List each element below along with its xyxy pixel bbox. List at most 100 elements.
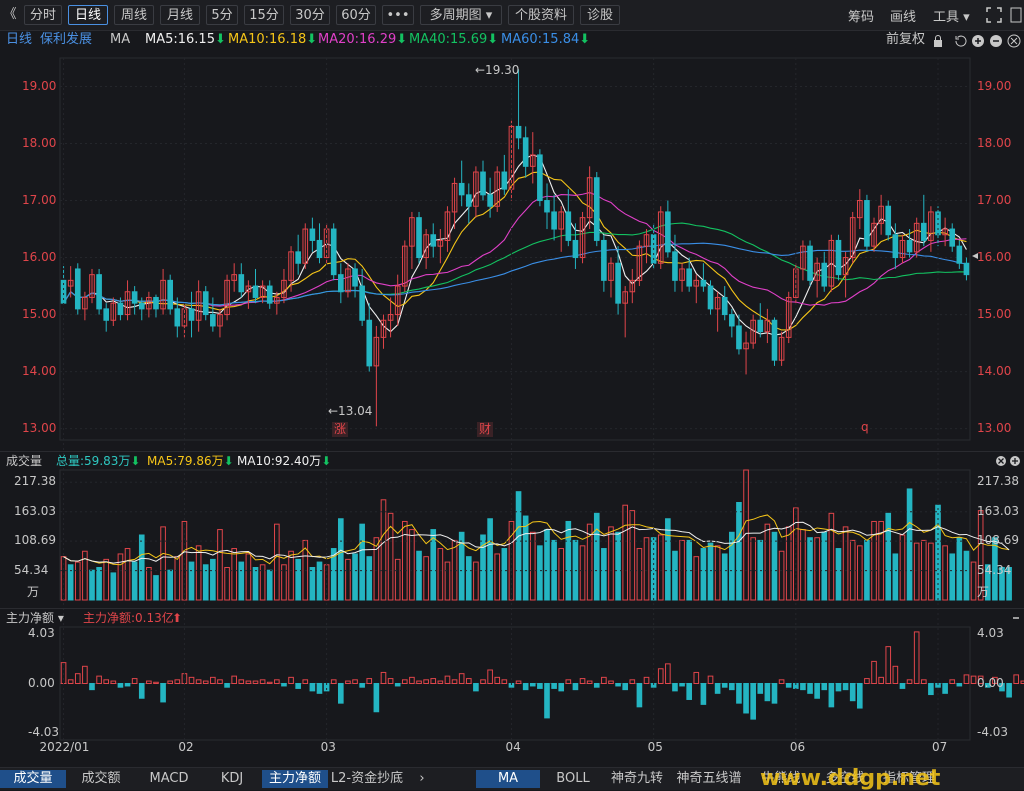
volume-bar — [657, 534, 664, 601]
flow-bar — [885, 646, 892, 684]
volume-bar — [565, 520, 572, 601]
flow-bar — [778, 679, 785, 685]
volume-legend-item-2: MA10:92.40万⬇ — [237, 454, 332, 468]
collapse-icon[interactable] — [1010, 612, 1022, 624]
more-tabs-arrow[interactable]: › — [412, 770, 432, 788]
candle-body — [515, 125, 522, 139]
volume-bar — [593, 512, 600, 601]
volume-bar — [153, 575, 159, 601]
overlay-tab-0[interactable]: MA — [476, 770, 540, 788]
flow-tick-left: -4.03 — [28, 724, 60, 739]
volume-bar — [764, 523, 771, 601]
overlay-tab-1[interactable]: BOLL — [542, 770, 604, 788]
flow-bar — [835, 683, 842, 692]
flow-bar — [522, 683, 529, 691]
flow-bar — [231, 675, 237, 684]
flow-bar — [501, 679, 508, 685]
candle-body — [330, 228, 337, 276]
price-tick-right: 17.00 — [977, 192, 1012, 207]
candle-body — [103, 308, 110, 321]
flow-bar — [465, 678, 472, 685]
indicator-tab-0[interactable]: 成交量 — [0, 770, 66, 788]
candle-body — [487, 194, 493, 207]
flow-bar — [174, 679, 181, 685]
high-price-label: ←19.30 — [475, 63, 520, 77]
flow-bar — [274, 679, 280, 685]
flow-bar — [572, 683, 579, 691]
volume-bar — [245, 553, 252, 601]
indicator-tab-4[interactable]: 主力净额 — [262, 770, 328, 788]
candle-body — [465, 194, 472, 207]
candle-body — [174, 308, 181, 327]
volume-bar — [601, 548, 607, 601]
volume-bar — [316, 561, 323, 601]
volume-bar — [430, 529, 437, 601]
event-marker-up[interactable]: 涨 — [332, 422, 349, 437]
flow-bar — [259, 679, 266, 685]
volume-bar — [785, 526, 792, 601]
flow-bar — [146, 680, 152, 684]
flow-bar — [871, 660, 877, 684]
candle-body — [480, 171, 486, 196]
volume-bar — [373, 537, 380, 601]
overlay-tab-3[interactable]: 神奇五线谱 — [670, 770, 748, 788]
flow-bar — [480, 679, 486, 685]
volume-bar — [842, 526, 849, 601]
volume-title[interactable]: 成交量 — [6, 452, 42, 470]
price-tick-left: 17.00 — [22, 192, 57, 207]
x-axis-label: 06 — [789, 740, 806, 754]
volume-legend-item-1: MA5:79.86万⬇ — [147, 454, 234, 468]
volume-bar — [210, 558, 216, 601]
watermark: www.ddgp.net — [760, 766, 941, 791]
volume-bar — [544, 529, 550, 601]
volume-tick-right: 54.34 — [977, 562, 1012, 577]
volume-bar — [579, 545, 586, 601]
low-price-label: ←13.04 — [328, 404, 373, 418]
volume-bar — [558, 548, 565, 601]
kline-chart[interactable] — [0, 0, 1024, 767]
volume-bar — [963, 550, 970, 601]
flow-value: 主力净额:0.13亿 — [83, 611, 174, 625]
event-marker-q[interactable]: q — [861, 420, 869, 434]
flow-bar — [743, 683, 749, 714]
flow-bar — [864, 678, 870, 685]
candle-body — [885, 205, 892, 236]
flow-bar — [160, 683, 166, 703]
x-axis-label: 03 — [320, 740, 336, 754]
overlay-tab-2[interactable]: 神奇九转 — [606, 770, 668, 788]
candle-body — [771, 319, 778, 361]
flow-bar — [345, 680, 351, 684]
candle-body — [963, 262, 970, 276]
flow-bar — [103, 679, 110, 685]
flow-bar — [970, 675, 977, 684]
volume-bar — [74, 561, 81, 601]
event-marker-finance[interactable]: 财 — [477, 422, 494, 437]
volume-bar — [352, 553, 358, 601]
flow-bar — [515, 680, 522, 684]
indicator-tab-1[interactable]: 成交额 — [68, 770, 134, 788]
flow-bar — [608, 680, 614, 684]
candle-body — [266, 285, 273, 304]
volume-panel-icons[interactable] — [995, 455, 1021, 467]
flow-bar — [131, 678, 138, 685]
volume-bar — [814, 537, 820, 601]
candle-body — [956, 245, 963, 264]
indicator-tab-3[interactable]: KDJ — [204, 770, 260, 788]
volume-bar — [487, 518, 493, 601]
flow-bar — [451, 679, 458, 685]
volume-bar — [231, 548, 237, 601]
flow-bar — [544, 683, 550, 719]
candle-body — [153, 296, 159, 310]
indicator-tab-2[interactable]: MACD — [136, 770, 202, 788]
volume-trend-arrow-icon: ⬇ — [130, 454, 141, 468]
flow-bar — [721, 683, 728, 688]
volume-tick-left: 54.34 — [14, 562, 49, 577]
flow-bar — [473, 683, 479, 692]
price-tick-left: 15.00 — [22, 306, 57, 321]
flow-title[interactable]: 主力净额 ▾ — [6, 609, 64, 627]
indicator-tab-5[interactable]: L2-资金抄底 — [330, 770, 404, 788]
volume-bar — [714, 545, 721, 601]
x-axis-label: 02 — [178, 740, 194, 754]
volume-bar — [437, 548, 444, 601]
volume-bar — [970, 561, 977, 601]
